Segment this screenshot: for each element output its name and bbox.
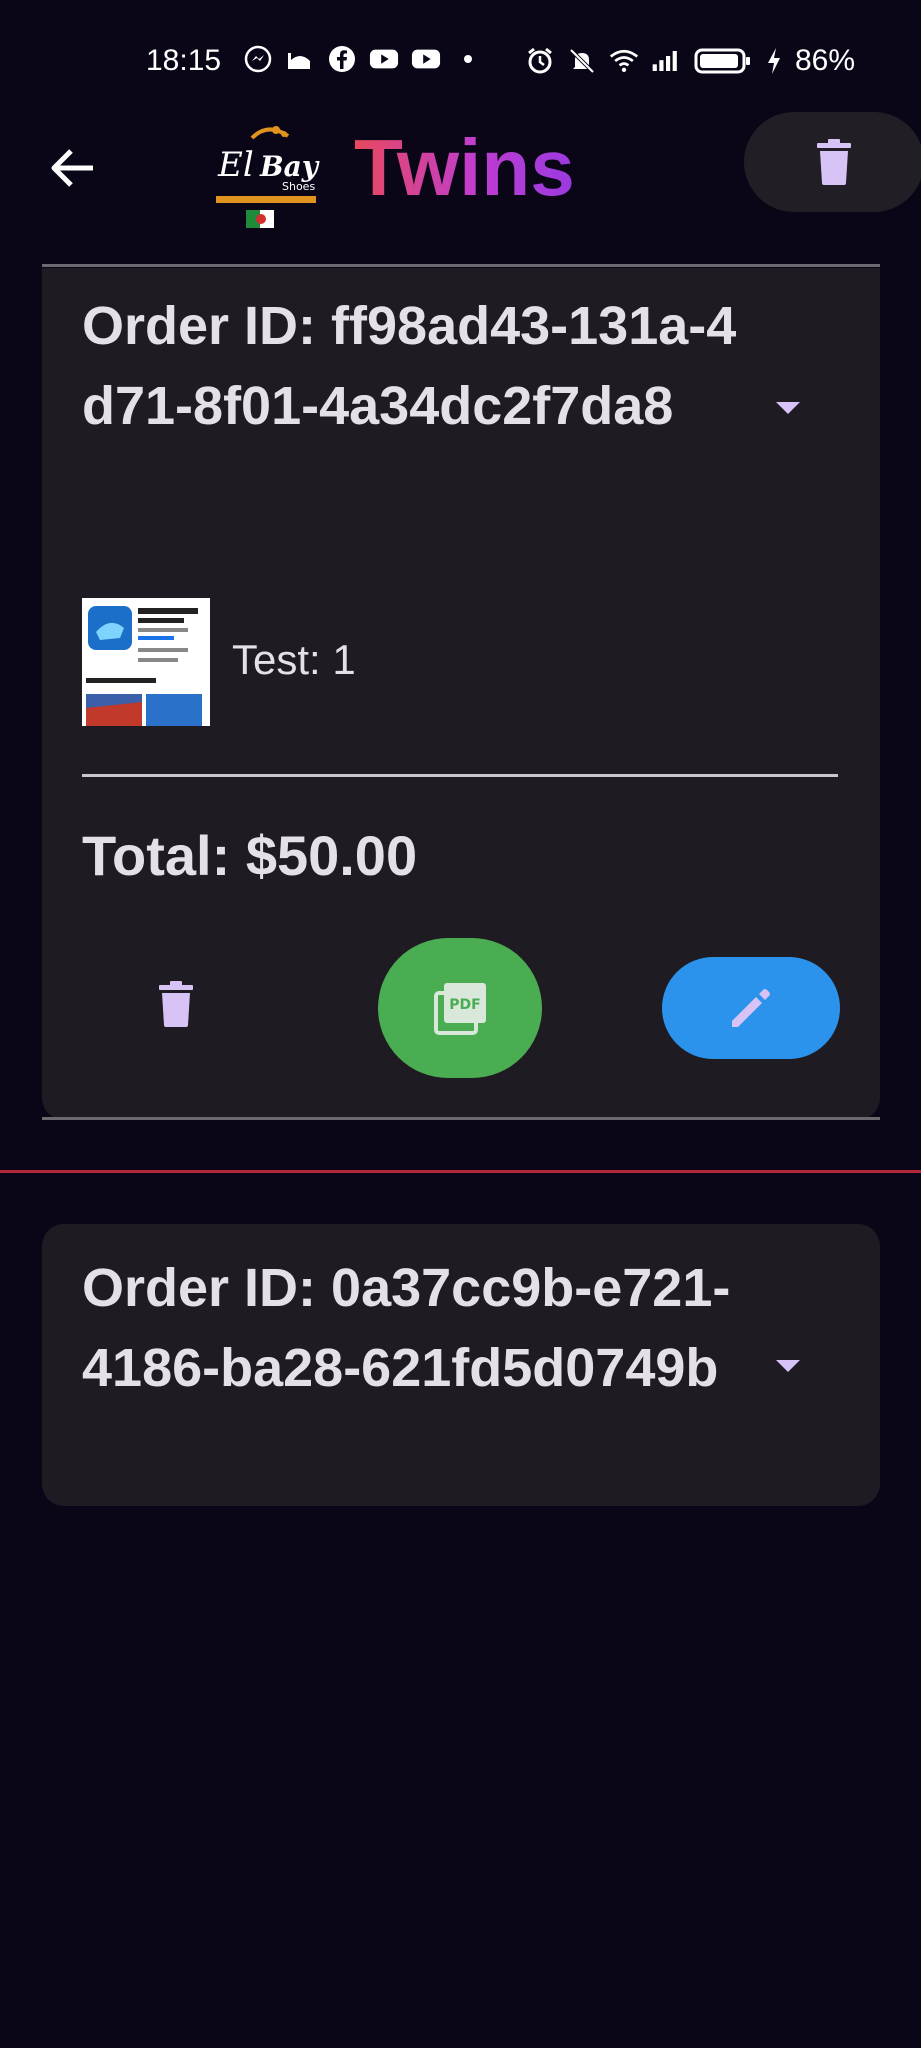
youtube-icon — [411, 44, 441, 74]
mosque-icon — [285, 44, 315, 74]
section-separator — [0, 1170, 921, 1173]
trash-icon — [817, 139, 851, 185]
divider — [42, 1117, 880, 1120]
dot-icon — [453, 44, 483, 74]
back-button[interactable] — [40, 136, 104, 200]
pdf-icon: PDF — [434, 983, 486, 1035]
facebook-icon — [327, 44, 357, 74]
alarm-icon — [525, 46, 555, 76]
order-id: Order ID: ff98ad43-131a-4d71-8f01-4a34dc… — [82, 296, 737, 436]
chevron-down-icon[interactable] — [768, 1346, 808, 1386]
order-card[interactable]: Order ID: 0a37cc9b-e721-4186-ba28-621fd5… — [42, 1224, 880, 1506]
trash-icon — [159, 981, 193, 1027]
messenger-icon — [243, 44, 273, 74]
order-id: Order ID: 0a37cc9b-e721-4186-ba28-621fd5… — [82, 1258, 731, 1398]
app-bar: El Bay Shoes Twins — [0, 100, 921, 260]
pencil-icon — [732, 989, 770, 1027]
svg-text:Bay: Bay — [259, 150, 320, 183]
delete-all-button[interactable] — [744, 112, 921, 212]
svg-text:El: El — [217, 145, 254, 185]
battery-percentage: 86% — [794, 44, 855, 77]
order-total: Total: $50.00 — [82, 824, 418, 887]
brand-logo: El Bay Shoes — [212, 118, 324, 230]
charging-icon — [765, 46, 783, 76]
edit-order-button[interactable] — [662, 957, 840, 1059]
pdf-export-button[interactable]: PDF — [378, 938, 542, 1078]
delete-order-button[interactable] — [144, 972, 208, 1036]
mute-icon — [567, 46, 597, 76]
pdf-icon-label: PDF — [449, 997, 480, 1013]
battery-icon — [693, 46, 753, 76]
wifi-icon — [609, 46, 639, 76]
notification-icons — [243, 44, 483, 74]
arrow-left-icon — [51, 149, 93, 187]
chevron-down-icon[interactable] — [768, 388, 808, 428]
app-title: Twins — [354, 120, 575, 216]
status-time: 18:15 — [146, 44, 222, 77]
order-card[interactable]: Order ID: ff98ad43-131a-4d71-8f01-4a34dc… — [42, 268, 880, 1120]
divider — [42, 264, 880, 267]
system-icons: 86% — [525, 44, 855, 78]
svg-text:Shoes: Shoes — [282, 180, 315, 193]
product-name-quantity: Test: 1 — [232, 636, 356, 683]
divider — [82, 774, 838, 777]
signal-icon — [651, 46, 681, 76]
product-thumbnail — [82, 598, 210, 726]
youtube-icon — [369, 44, 399, 74]
